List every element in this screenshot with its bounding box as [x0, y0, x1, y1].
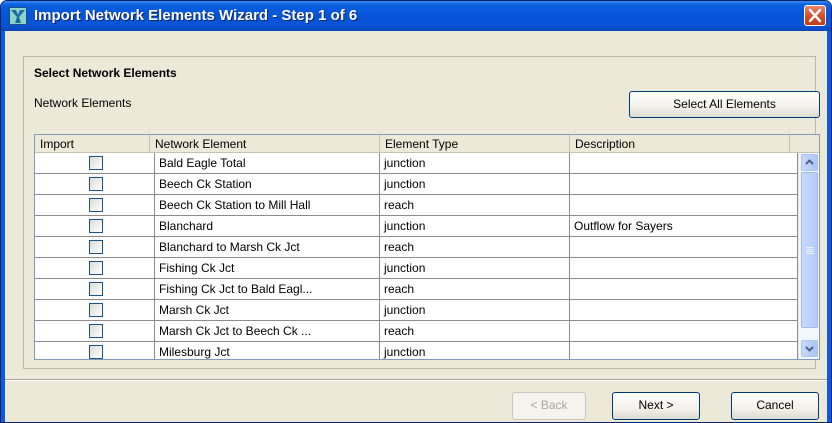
import-checkbox[interactable]: [89, 177, 103, 191]
description-cell: [570, 195, 798, 216]
network-element-cell: Beech Ck Station: [155, 174, 380, 195]
import-cell[interactable]: [35, 342, 155, 359]
import-cell[interactable]: [35, 237, 155, 258]
element-type-cell: reach: [380, 237, 570, 258]
scroll-up-button[interactable]: [801, 154, 818, 171]
import-checkbox[interactable]: [89, 303, 103, 317]
thumb-grip-line: [806, 251, 814, 252]
import-cell[interactable]: [35, 153, 155, 174]
back-button-label: < Back: [530, 398, 568, 412]
table-row[interactable]: Marsh Ck Jct junction: [35, 300, 798, 321]
import-cell[interactable]: [35, 174, 155, 195]
network-elements-table: Import Network Element Element Type Desc…: [34, 134, 820, 360]
element-type-cell: reach: [380, 321, 570, 342]
arrow-up-icon: [805, 159, 814, 165]
import-checkbox[interactable]: [89, 198, 103, 212]
network-element-cell: Blanchard: [155, 216, 380, 237]
network-element-cell: Bald Eagle Total: [155, 153, 380, 174]
table-header: Import Network Element Element Type Desc…: [35, 135, 819, 153]
element-type-cell: reach: [380, 195, 570, 216]
network-element-cell: Marsh Ck Jct: [155, 300, 380, 321]
column-header-description[interactable]: Description: [570, 135, 790, 153]
description-cell: [570, 153, 798, 174]
window-frame-right: [827, 31, 831, 422]
network-element-cell: Milesburg Jct: [155, 342, 380, 359]
import-cell[interactable]: [35, 279, 155, 300]
select-all-elements-label: Select All Elements: [673, 97, 776, 111]
description-cell: Outflow for Sayers: [570, 216, 798, 237]
close-icon: [808, 8, 822, 23]
column-header-element-type[interactable]: Element Type: [380, 135, 570, 153]
table-row[interactable]: Blanchard to Marsh Ck Jct reach: [35, 237, 798, 258]
description-cell: [570, 279, 798, 300]
import-checkbox[interactable]: [89, 240, 103, 254]
description-cell: [570, 300, 798, 321]
thumb-grip-line: [806, 249, 814, 250]
element-type-cell: junction: [380, 258, 570, 279]
table-row[interactable]: Fishing Ck Jct to Bald Eagl... reach: [35, 279, 798, 300]
table-row[interactable]: Marsh Ck Jct to Beech Ck ... reach: [35, 321, 798, 342]
network-element-cell: Marsh Ck Jct to Beech Ck ...: [155, 321, 380, 342]
import-cell[interactable]: [35, 321, 155, 342]
scroll-down-button[interactable]: [801, 340, 818, 357]
column-header-network-element[interactable]: Network Element: [150, 135, 380, 153]
scrollbar-thumb[interactable]: [801, 172, 818, 328]
network-element-cell: Fishing Ck Jct to Bald Eagl...: [155, 279, 380, 300]
import-checkbox[interactable]: [89, 261, 103, 275]
import-checkbox[interactable]: [89, 324, 103, 338]
description-cell: [570, 258, 798, 279]
table-row[interactable]: Bald Eagle Total junction: [35, 153, 798, 174]
element-type-cell: junction: [380, 216, 570, 237]
table-row[interactable]: Blanchard junction Outflow for Sayers: [35, 216, 798, 237]
cancel-button-label: Cancel: [756, 398, 794, 412]
cancel-button[interactable]: Cancel: [731, 392, 819, 420]
element-type-cell: junction: [380, 174, 570, 195]
thumb-grip-line: [806, 247, 814, 248]
close-button[interactable]: [804, 5, 826, 26]
network-wizard-icon: [9, 7, 27, 25]
column-header-import[interactable]: Import: [35, 135, 150, 153]
element-type-cell: junction: [380, 342, 570, 359]
network-element-cell: Blanchard to Marsh Ck Jct: [155, 237, 380, 258]
table-row[interactable]: Milesburg Jct junction: [35, 342, 798, 359]
import-cell[interactable]: [35, 216, 155, 237]
footer-separator: [5, 379, 827, 381]
description-cell: [570, 342, 798, 359]
title-bar[interactable]: Import Network Elements Wizard - Step 1 …: [1, 1, 831, 31]
description-cell: [570, 174, 798, 195]
element-type-cell: junction: [380, 153, 570, 174]
import-wizard-window: Import Network Elements Wizard - Step 1 …: [0, 0, 832, 423]
back-button[interactable]: < Back: [512, 392, 586, 420]
section-title: Select Network Elements: [34, 66, 177, 80]
element-type-cell: junction: [380, 300, 570, 321]
network-element-cell: Beech Ck Station to Mill Hall: [155, 195, 380, 216]
network-element-cell: Fishing Ck Jct: [155, 258, 380, 279]
table-row[interactable]: Beech Ck Station to Mill Hall reach: [35, 195, 798, 216]
select-all-elements-button[interactable]: Select All Elements: [629, 91, 820, 118]
import-cell[interactable]: [35, 195, 155, 216]
description-cell: [570, 237, 798, 258]
import-checkbox[interactable]: [89, 345, 103, 359]
element-type-cell: reach: [380, 279, 570, 300]
next-button-label: Next >: [638, 398, 674, 412]
import-checkbox[interactable]: [89, 156, 103, 170]
table-row[interactable]: Beech Ck Station junction: [35, 174, 798, 195]
import-cell[interactable]: [35, 258, 155, 279]
network-elements-label-text: Network Elements: [34, 96, 132, 110]
thumb-grip-line: [806, 253, 814, 254]
import-cell[interactable]: [35, 300, 155, 321]
description-cell: [570, 321, 798, 342]
import-checkbox[interactable]: [89, 282, 103, 296]
import-checkbox[interactable]: [89, 219, 103, 233]
window-frame-left: [1, 31, 5, 422]
network-elements-label: Network Elements: [34, 96, 131, 110]
next-button[interactable]: Next >: [612, 392, 700, 420]
vertical-scrollbar[interactable]: [798, 153, 819, 359]
arrow-down-icon: [805, 346, 814, 352]
table-row[interactable]: Fishing Ck Jct junction: [35, 258, 798, 279]
window-title: Import Network Elements Wizard - Step 1 …: [34, 7, 358, 24]
